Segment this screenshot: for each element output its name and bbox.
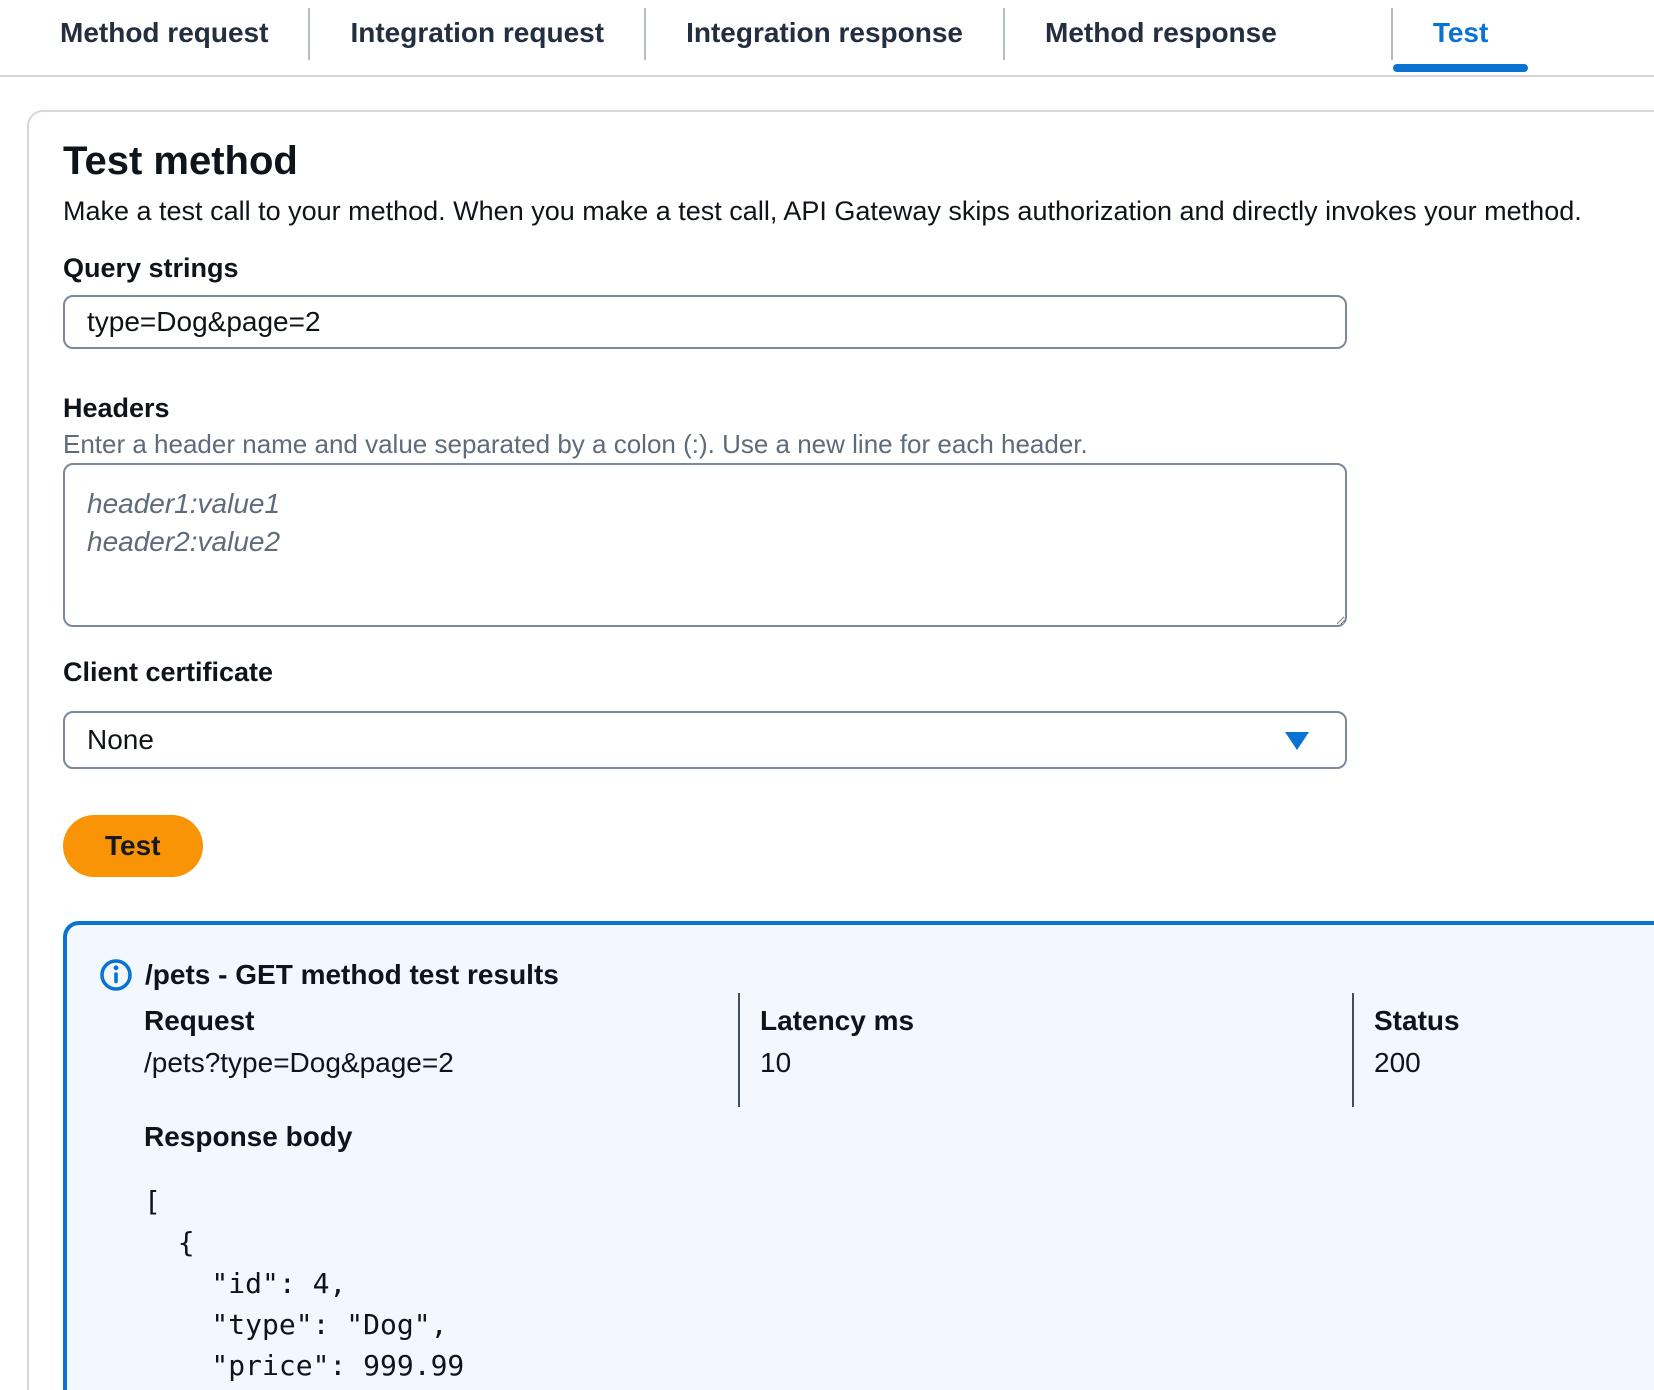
query-strings-input[interactable] <box>63 295 1347 349</box>
test-button[interactable]: Test <box>63 815 203 877</box>
page-title: Test method <box>63 139 1654 183</box>
request-label: Request <box>144 1007 738 1035</box>
response-body-label: Response body <box>144 1123 1654 1151</box>
client-certificate-label: Client certificate <box>63 657 1654 687</box>
query-strings-field: Query strings <box>63 253 1654 349</box>
response-body: [ { "id": 4, "type": "Dog", "price": 999… <box>144 1181 1654 1390</box>
status-value: 200 <box>1374 1049 1654 1077</box>
client-certificate-value: None <box>87 724 154 756</box>
result-request: Request /pets?type=Dog&page=2 <box>99 993 738 1107</box>
info-icon <box>99 958 133 992</box>
result-status: Status 200 <box>1352 993 1654 1107</box>
query-strings-label: Query strings <box>63 253 1654 283</box>
results-title: /pets - GET method test results <box>145 957 559 993</box>
test-method-card: Test method Make a test call to your met… <box>27 110 1654 1390</box>
results-summary-row: Request /pets?type=Dog&page=2 Latency ms… <box>99 993 1654 1107</box>
result-latency: Latency ms 10 <box>738 993 1352 1107</box>
tab-method-request[interactable]: Method request <box>20 0 308 75</box>
headers-field: Headers Enter a header name and value se… <box>63 393 1654 627</box>
latency-label: Latency ms <box>760 1007 1352 1035</box>
tab-integration-request[interactable]: Integration request <box>310 0 644 75</box>
tab-method-response[interactable]: Method response <box>1005 0 1391 75</box>
results-header: /pets - GET method test results <box>99 957 1654 993</box>
client-certificate-select[interactable]: None <box>63 711 1347 769</box>
test-results-panel: /pets - GET method test results Request … <box>63 921 1654 1390</box>
headers-label: Headers <box>63 393 1654 423</box>
headers-textarea[interactable] <box>63 463 1347 627</box>
tab-integration-response[interactable]: Integration response <box>646 0 1003 75</box>
method-tabs: Method request Integration request Integ… <box>0 0 1654 77</box>
client-certificate-field: Client certificate None <box>63 657 1654 769</box>
tab-test[interactable]: Test <box>1393 0 1529 75</box>
request-value: /pets?type=Dog&page=2 <box>144 1049 738 1077</box>
panel-description: Make a test call to your method. When yo… <box>63 195 1654 227</box>
latency-value: 10 <box>760 1049 1352 1077</box>
chevron-down-icon <box>1285 732 1309 750</box>
headers-helper-text: Enter a header name and value separated … <box>63 429 1654 459</box>
status-label: Status <box>1374 1007 1654 1035</box>
